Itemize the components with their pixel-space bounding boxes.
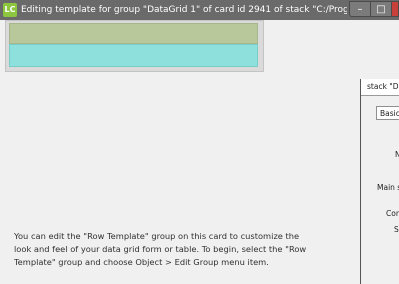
row-template-group[interactable] <box>5 20 264 72</box>
instructions-text: You can edit the "Row Template" group on… <box>14 231 307 267</box>
close-button[interactable] <box>391 1 399 17</box>
title-bar[interactable]: LC Editing template for group "DataGrid … <box>0 0 399 21</box>
window-title: Editing template for group "DataGrid 1" … <box>21 5 347 15</box>
template-row-2[interactable] <box>9 44 258 67</box>
minimize-button[interactable]: – <box>349 1 371 17</box>
maximize-button[interactable]: □ <box>370 1 392 17</box>
property-label-name: N <box>395 150 399 160</box>
inspector-section-dropdown[interactable]: Basic <box>376 106 399 120</box>
inspector-section-value: Basic <box>380 109 399 118</box>
card-content: You can edit the "Row Template" group on… <box>0 20 399 284</box>
property-label-main-stack: Main s <box>377 183 399 192</box>
palette-title-bar[interactable]: stack "Da <box>361 79 399 96</box>
property-label-con: Con <box>386 209 399 218</box>
livecode-app-icon: LC <box>3 3 17 17</box>
app-icon-letters: LC <box>4 5 16 14</box>
stack-inspector-palette: stack "Da Basic N Main s Con S <box>360 79 399 284</box>
palette-title: stack "Da <box>367 82 399 91</box>
template-row-1[interactable] <box>9 23 258 44</box>
template-editor-window: LC Editing template for group "DataGrid … <box>0 0 399 284</box>
property-label-s: S <box>394 225 399 234</box>
